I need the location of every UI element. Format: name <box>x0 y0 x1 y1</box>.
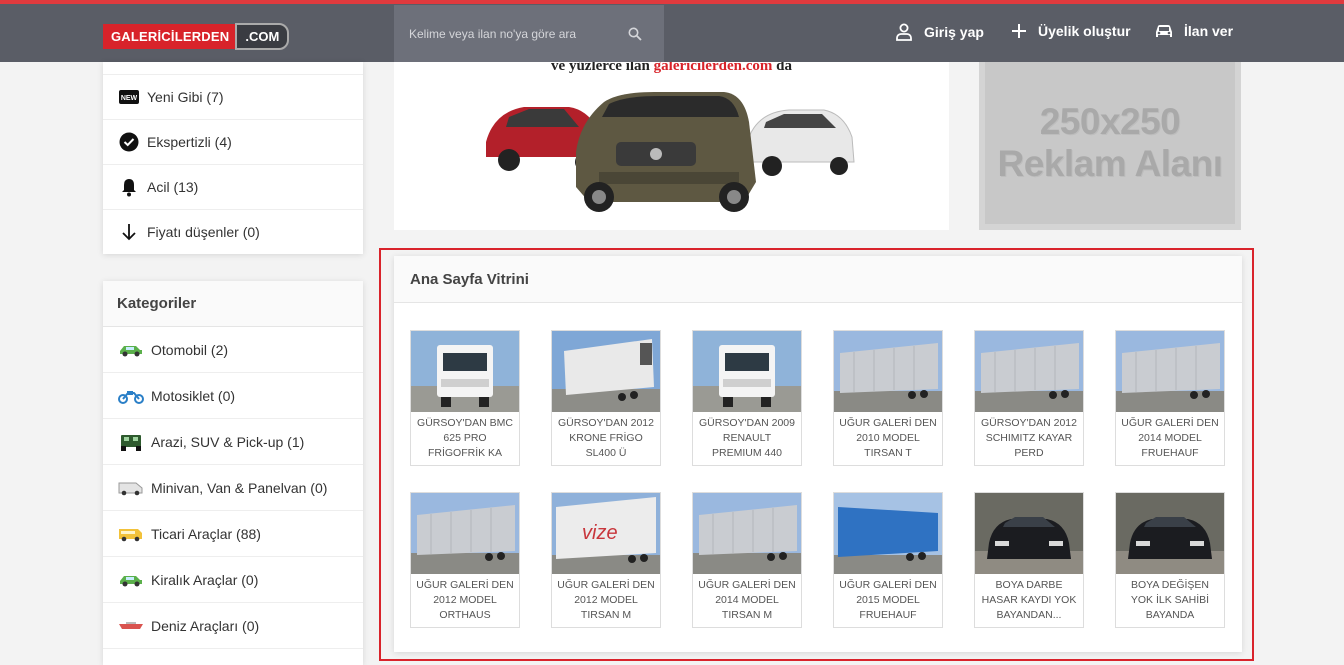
category-label: Kiralık Araçlar (0) <box>151 571 259 588</box>
arrow-down-icon <box>119 222 139 242</box>
listing-thumbnail[interactable] <box>552 331 660 412</box>
new-badge-icon: NEW <box>119 87 139 107</box>
listing-title[interactable]: GÜRSOY'DAN BMC 625 PRO FRİGOFRİK KA <box>411 412 519 465</box>
search-input[interactable] <box>409 26 624 41</box>
svg-text:vize: vize <box>582 522 618 544</box>
svg-text:NEW: NEW <box>121 95 138 102</box>
van-icon <box>117 480 145 496</box>
listing-thumbnail[interactable] <box>834 331 942 412</box>
listing-thumbnail[interactable] <box>975 331 1083 412</box>
category-label: Otomobil (2) <box>151 341 229 358</box>
listing-title[interactable]: GÜRSOY'DAN 2012 KRONE FRİGO SL400 Ü <box>552 412 660 465</box>
filter-label: Yeni Gibi (7) <box>147 89 224 105</box>
filter-label: Ekspertizli (4) <box>147 134 232 150</box>
category-item-kiralik[interactable]: Kiralık Araçlar (0) <box>103 557 363 603</box>
categories-title: Kategoriler <box>103 281 363 327</box>
showcase-item[interactable]: UĞUR GALERİ DEN 2015 MODEL FRUEHAUF <box>833 492 943 628</box>
search-bar <box>394 5 664 62</box>
showcase-grid: GÜRSOY'DAN BMC 625 PRO FRİGOFRİK KA GÜRSO… <box>410 330 1225 628</box>
car-icon <box>117 343 145 357</box>
homepage-showcase: Ana Sayfa Vitrini GÜRSOY'DAN BMC 625 PRO… <box>394 256 1242 652</box>
bus-icon <box>117 526 145 542</box>
listing-title[interactable]: UĞUR GALERİ DEN 2014 MODEL FRUEHAUF <box>1116 412 1224 465</box>
listing-thumbnail[interactable] <box>693 493 801 574</box>
quick-filter-panel: NEW Yeni Gibi (7) Ekspertizli (4) Acil (… <box>103 62 363 254</box>
showcase-item[interactable]: BOYA DARBE HASAR KAYDI YOK BAYANDAN... <box>974 492 1084 628</box>
bell-icon <box>119 177 139 197</box>
showcase-item[interactable]: UĞUR GALERİ DEN 2014 MODEL TIRSAN M <box>692 492 802 628</box>
site-logo[interactable]: GALERİCİLERDEN .COM <box>103 22 290 50</box>
filter-inspected[interactable]: Ekspertizli (4) <box>103 119 363 164</box>
register-label: Üyelik oluştur <box>1038 23 1131 39</box>
listing-title[interactable]: UĞUR GALERİ DEN 2010 MODEL TIRSAN T <box>834 412 942 465</box>
category-label: Minivan, Van & Panelvan (0) <box>151 479 328 496</box>
category-item-motosiklet[interactable]: Motosiklet (0) <box>103 373 363 419</box>
category-label: Arazi, SUV & Pick-up (1) <box>151 433 305 450</box>
boat-icon <box>117 621 145 631</box>
listing-title[interactable]: UĞUR GALERİ DEN 2015 MODEL FRUEHAUF <box>834 574 942 627</box>
filter-label: Fiyatı düşenler (0) <box>147 224 260 240</box>
listing-thumbnail[interactable] <box>693 331 801 412</box>
showcase-title: Ana Sayfa Vitrini <box>394 256 1242 303</box>
listing-title[interactable]: GÜRSOY'DAN 2009 RENAULT PREMIUM 440 <box>693 412 801 465</box>
showcase-item[interactable]: BOYA DEĞİŞEN YOK İLK SAHİBİ BAYANDA <box>1115 492 1225 628</box>
listing-thumbnail[interactable] <box>975 493 1083 574</box>
showcase-item[interactable]: GÜRSOY'DAN BMC 625 PRO FRİGOFRİK KA <box>410 330 520 466</box>
category-item-minivan[interactable]: Minivan, Van & Panelvan (0) <box>103 465 363 511</box>
ad-label-text: Reklam Alanı <box>997 143 1224 184</box>
banner-cars-image <box>486 92 855 212</box>
listing-title[interactable]: UĞUR GALERİ DEN 2014 MODEL TIRSAN M <box>693 574 801 627</box>
motorcycle-icon <box>117 388 145 404</box>
listing-thumbnail[interactable] <box>1116 331 1224 412</box>
plus-icon <box>1012 24 1026 38</box>
post-ad-label: İlan ver <box>1184 23 1234 39</box>
filter-label: Acil (13) <box>147 179 199 195</box>
listing-thumbnail[interactable] <box>1116 493 1224 574</box>
logo-main-text: GALERİCİLERDEN <box>103 23 238 49</box>
listing-title[interactable]: GÜRSOY'DAN 2012 SCHIMITZ KAYAR PERD <box>975 412 1083 465</box>
category-label: Ticari Araçlar (88) <box>151 525 261 542</box>
ad-placeholder[interactable]: 250x250 Reklam Alanı <box>979 62 1241 230</box>
rental-car-icon <box>117 573 145 587</box>
filter-new-like[interactable]: NEW Yeni Gibi (7) <box>103 74 363 119</box>
listing-title[interactable]: UĞUR GALERİ DEN 2012 MODEL TIRSAN M <box>552 574 660 627</box>
category-label: Deniz Araçları (0) <box>151 617 260 634</box>
listing-title[interactable]: BOYA DEĞİŞEN YOK İLK SAHİBİ BAYANDA <box>1116 574 1224 627</box>
listing-thumbnail[interactable] <box>834 493 942 574</box>
showcase-item[interactable]: UĞUR GALERİ DEN 2010 MODEL TIRSAN T <box>833 330 943 466</box>
jeep-icon <box>117 432 145 452</box>
car-icon <box>1156 25 1172 37</box>
listing-title[interactable]: BOYA DARBE HASAR KAYDI YOK BAYANDAN... <box>975 574 1083 627</box>
showcase-item[interactable]: GÜRSOY'DAN 2012 SCHIMITZ KAYAR PERD <box>974 330 1084 466</box>
showcase-item[interactable]: vize UĞUR GALERİ DEN 2012 MODEL TIRSAN M <box>551 492 661 628</box>
logo-suffix-text: .COM <box>235 22 290 50</box>
login-label: Giriş yap <box>924 24 984 40</box>
showcase-item[interactable]: UĞUR GALERİ DEN 2012 MODEL ORTHAUS <box>410 492 520 628</box>
ad-size-text: 250x250 <box>1039 101 1181 142</box>
post-ad-link[interactable]: İlan ver <box>1154 22 1233 40</box>
categories-panel: Kategoriler Otomobil (2) Motosiklet (0) … <box>103 281 363 665</box>
category-label: Motosiklet (0) <box>151 387 236 404</box>
top-navbar: GALERİCİLERDEN .COM <box>0 0 1344 62</box>
listing-thumbnail[interactable] <box>411 331 519 412</box>
filter-urgent[interactable]: Acil (13) <box>103 164 363 209</box>
check-circle-icon <box>119 132 139 152</box>
category-item-arazi[interactable]: Arazi, SUV & Pick-up (1) <box>103 419 363 465</box>
category-item-deniz[interactable]: Deniz Araçları (0) <box>103 603 363 649</box>
search-icon[interactable] <box>628 27 642 46</box>
filter-price-dropped[interactable]: Fiyatı düşenler (0) <box>103 209 363 254</box>
showcase-item[interactable]: GÜRSOY'DAN 2009 RENAULT PREMIUM 440 <box>692 330 802 466</box>
listing-thumbnail[interactable]: vize <box>552 493 660 574</box>
showcase-item[interactable]: UĞUR GALERİ DEN 2014 MODEL FRUEHAUF <box>1115 330 1225 466</box>
register-link[interactable]: Üyelik oluştur <box>1010 22 1131 40</box>
hero-banner[interactable]: ve yüzlerce ilan galericilerden.com da <box>394 62 949 230</box>
category-item-ticari[interactable]: Ticari Araçlar (88) <box>103 511 363 557</box>
showcase-item[interactable]: GÜRSOY'DAN 2012 KRONE FRİGO SL400 Ü <box>551 330 661 466</box>
user-icon <box>896 23 912 41</box>
listing-thumbnail[interactable] <box>411 493 519 574</box>
login-link[interactable]: Giriş yap <box>894 22 984 42</box>
category-item-otomobil[interactable]: Otomobil (2) <box>103 327 363 373</box>
listing-title[interactable]: UĞUR GALERİ DEN 2012 MODEL ORTHAUS <box>411 574 519 627</box>
